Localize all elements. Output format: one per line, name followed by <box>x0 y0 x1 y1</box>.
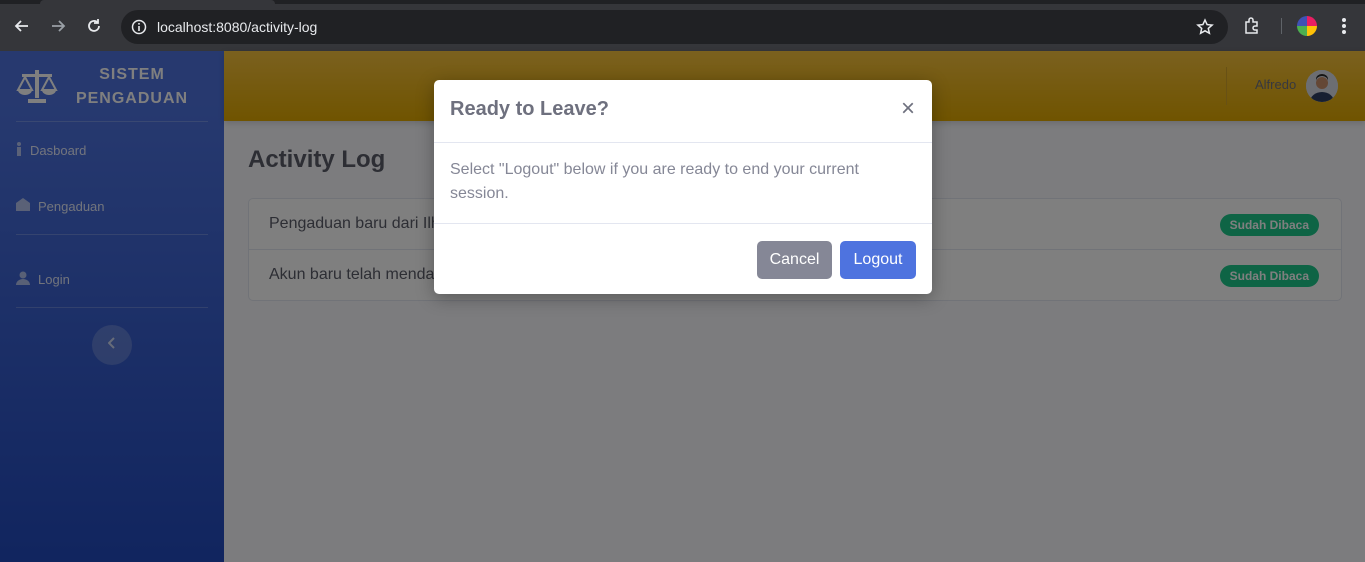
browser-toolbar: localhost:8080/activity-log <box>0 0 1365 51</box>
logout-modal: Ready to Leave? × Select "Logout" below … <box>434 80 932 294</box>
cancel-button[interactable]: Cancel <box>757 241 832 279</box>
tab-strip <box>0 0 1365 4</box>
modal-header: Ready to Leave? × <box>434 80 932 143</box>
site-info-icon[interactable] <box>131 19 147 40</box>
reload-icon[interactable] <box>82 14 106 38</box>
active-tab[interactable] <box>40 0 275 4</box>
modal-body: Select "Logout" below if you are ready t… <box>450 161 859 202</box>
close-icon[interactable]: × <box>898 97 918 121</box>
toolbar-divider <box>1281 18 1282 34</box>
bookmark-star-icon[interactable] <box>1196 18 1214 41</box>
modal-footer: Cancel Logout <box>434 223 932 294</box>
browser-menu-icon[interactable] <box>1336 16 1352 36</box>
forward-icon[interactable] <box>46 14 70 38</box>
url-text: localhost:8080/activity-log <box>157 19 318 35</box>
extensions-icon[interactable] <box>1243 15 1263 40</box>
back-icon[interactable] <box>10 14 34 38</box>
address-bar[interactable]: localhost:8080/activity-log <box>121 10 1228 44</box>
logout-button[interactable]: Logout <box>840 241 916 279</box>
profile-icon[interactable] <box>1297 16 1317 36</box>
modal-title: Ready to Leave? <box>450 98 609 120</box>
